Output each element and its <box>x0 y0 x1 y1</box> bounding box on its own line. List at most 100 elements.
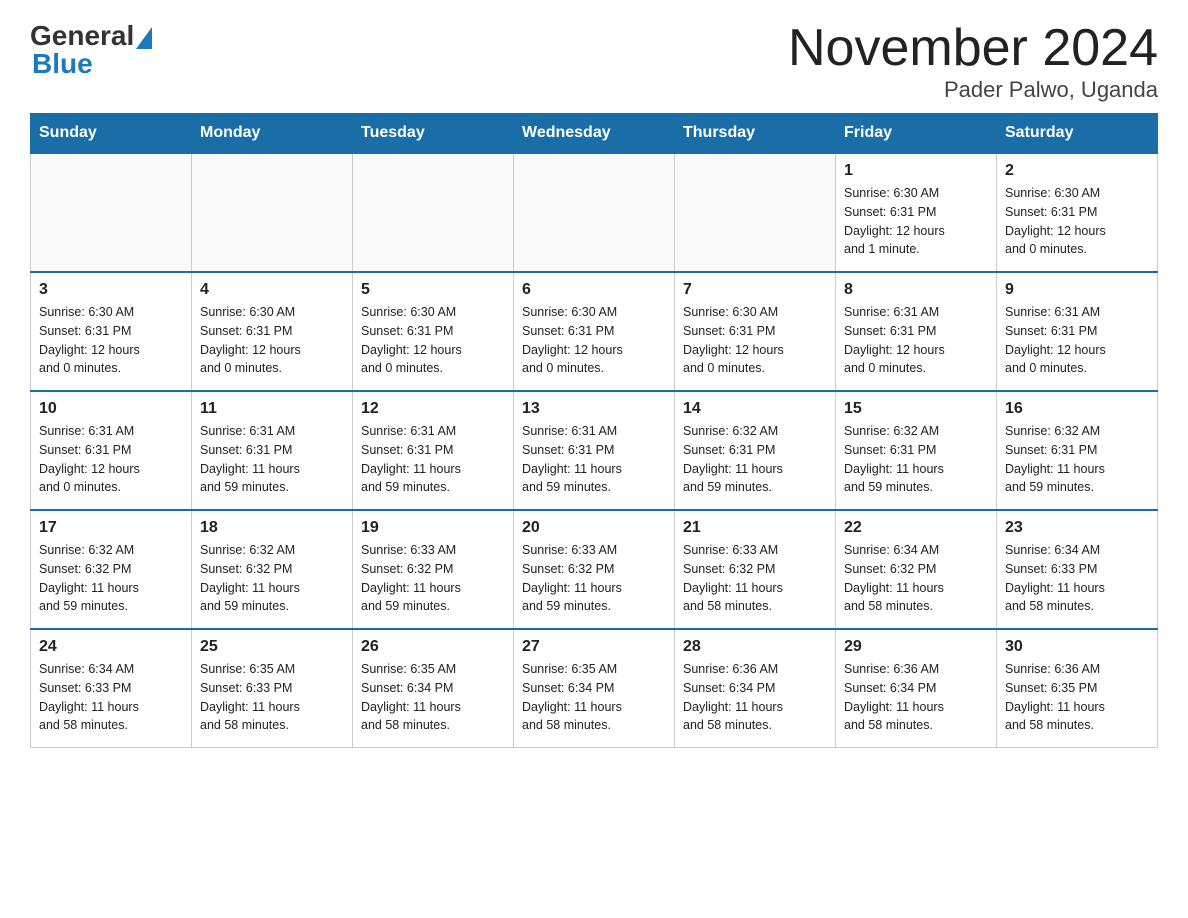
logo-blue-text: Blue <box>32 48 93 80</box>
calendar-cell: 28 Sunrise: 6:36 AMSunset: 6:34 PMDayligh… <box>675 629 836 748</box>
day-number: 28 <box>683 638 827 656</box>
page-header: General Blue November 2024 Pader Palwo, … <box>30 20 1158 103</box>
calendar-cell: 20Sunrise: 6:33 AMSunset: 6:32 PMDayligh… <box>514 510 675 629</box>
day-number: 29 <box>844 638 988 656</box>
day-info: Sunrise: 6:35 AMSunset: 6:34 PMDaylight:… <box>522 660 666 735</box>
day-number: 15 <box>844 400 988 418</box>
day-info: Sunrise: 6:30 AMSunset: 6:31 PMDaylight:… <box>522 303 666 378</box>
day-info: Sunrise: 6:32 AMSunset: 6:31 PMDaylight:… <box>683 422 827 497</box>
calendar-cell: 17 Sunrise: 6:32 AMSunset: 6:32 PMDayligh… <box>31 510 192 629</box>
day-info: Sunrise: 6:36 AMSunset: 6:34 PMDaylight:… <box>844 660 988 735</box>
calendar-cell: 30 Sunrise: 6:36 AMSunset: 6:35 PMDayligh… <box>997 629 1158 748</box>
day-info: Sunrise: 6:36 AMSunset: 6:34 PMDaylight:… <box>683 660 827 735</box>
calendar-cell: 23 Sunrise: 6:34 AMSunset: 6:33 PMDayligh… <box>997 510 1158 629</box>
day-number: 30 <box>1005 638 1149 656</box>
day-info: Sunrise: 6:30 AMSunset: 6:31 PMDaylight:… <box>1005 184 1149 259</box>
day-number: 1 <box>844 162 988 180</box>
calendar-cell: 9Sunrise: 6:31 AMSunset: 6:31 PMDaylight… <box>997 272 1158 391</box>
day-number: 16 <box>1005 400 1149 418</box>
day-number: 22 <box>844 519 988 537</box>
logo-triangle-icon <box>136 27 152 49</box>
day-info: Sunrise: 6:31 AMSunset: 6:31 PMDaylight:… <box>522 422 666 497</box>
day-info: Sunrise: 6:35 AMSunset: 6:34 PMDaylight:… <box>361 660 505 735</box>
day-number: 11 <box>200 400 344 418</box>
calendar-cell <box>31 153 192 272</box>
calendar-header-thursday: Thursday <box>675 114 836 154</box>
calendar-cell: 13Sunrise: 6:31 AMSunset: 6:31 PMDayligh… <box>514 391 675 510</box>
day-info: Sunrise: 6:32 AMSunset: 6:32 PMDaylight:… <box>200 541 344 616</box>
logo: General Blue <box>30 20 152 80</box>
day-number: 6 <box>522 281 666 299</box>
calendar-header-row: SundayMondayTuesdayWednesdayThursdayFrid… <box>31 114 1158 154</box>
calendar-week-4: 17 Sunrise: 6:32 AMSunset: 6:32 PMDayligh… <box>31 510 1158 629</box>
calendar-cell: 24 Sunrise: 6:34 AMSunset: 6:33 PMDayligh… <box>31 629 192 748</box>
day-number: 7 <box>683 281 827 299</box>
day-info: Sunrise: 6:33 AMSunset: 6:32 PMDaylight:… <box>361 541 505 616</box>
calendar-header-wednesday: Wednesday <box>514 114 675 154</box>
day-info: Sunrise: 6:30 AMSunset: 6:31 PMDaylight:… <box>844 184 988 259</box>
calendar-cell: 15 Sunrise: 6:32 AMSunset: 6:31 PMDayligh… <box>836 391 997 510</box>
day-number: 17 <box>39 519 183 537</box>
calendar-cell: 29 Sunrise: 6:36 AMSunset: 6:34 PMDayligh… <box>836 629 997 748</box>
day-number: 5 <box>361 281 505 299</box>
day-info: Sunrise: 6:34 AMSunset: 6:33 PMDaylight:… <box>1005 541 1149 616</box>
calendar-cell: 27 Sunrise: 6:35 AMSunset: 6:34 PMDayligh… <box>514 629 675 748</box>
day-info: Sunrise: 6:33 AMSunset: 6:32 PMDaylight:… <box>522 541 666 616</box>
month-title: November 2024 <box>788 20 1158 77</box>
calendar-cell <box>675 153 836 272</box>
day-info: Sunrise: 6:31 AMSunset: 6:31 PMDaylight:… <box>39 422 183 497</box>
calendar-cell: 10Sunrise: 6:31 AMSunset: 6:31 PMDayligh… <box>31 391 192 510</box>
calendar-cell: 5 Sunrise: 6:30 AMSunset: 6:31 PMDaylight… <box>353 272 514 391</box>
calendar-cell <box>514 153 675 272</box>
calendar-cell: 22 Sunrise: 6:34 AMSunset: 6:32 PMDayligh… <box>836 510 997 629</box>
day-number: 27 <box>522 638 666 656</box>
day-number: 3 <box>39 281 183 299</box>
day-number: 25 <box>200 638 344 656</box>
calendar-cell: 12Sunrise: 6:31 AMSunset: 6:31 PMDayligh… <box>353 391 514 510</box>
day-number: 8 <box>844 281 988 299</box>
calendar-cell: 1 Sunrise: 6:30 AMSunset: 6:31 PMDaylight… <box>836 153 997 272</box>
day-info: Sunrise: 6:34 AMSunset: 6:32 PMDaylight:… <box>844 541 988 616</box>
day-info: Sunrise: 6:30 AMSunset: 6:31 PMDaylight:… <box>39 303 183 378</box>
day-info: Sunrise: 6:30 AMSunset: 6:31 PMDaylight:… <box>200 303 344 378</box>
day-info: Sunrise: 6:31 AMSunset: 6:31 PMDaylight:… <box>1005 303 1149 378</box>
calendar-header-saturday: Saturday <box>997 114 1158 154</box>
day-number: 2 <box>1005 162 1149 180</box>
day-info: Sunrise: 6:30 AMSunset: 6:31 PMDaylight:… <box>361 303 505 378</box>
calendar-cell: 18 Sunrise: 6:32 AMSunset: 6:32 PMDayligh… <box>192 510 353 629</box>
calendar-header-friday: Friday <box>836 114 997 154</box>
day-info: Sunrise: 6:35 AMSunset: 6:33 PMDaylight:… <box>200 660 344 735</box>
calendar-week-5: 24 Sunrise: 6:34 AMSunset: 6:33 PMDayligh… <box>31 629 1158 748</box>
day-info: Sunrise: 6:33 AMSunset: 6:32 PMDaylight:… <box>683 541 827 616</box>
calendar-header-sunday: Sunday <box>31 114 192 154</box>
day-number: 24 <box>39 638 183 656</box>
day-info: Sunrise: 6:32 AMSunset: 6:31 PMDaylight:… <box>844 422 988 497</box>
day-info: Sunrise: 6:31 AMSunset: 6:31 PMDaylight:… <box>200 422 344 497</box>
calendar-table: SundayMondayTuesdayWednesdayThursdayFrid… <box>30 113 1158 748</box>
calendar-cell: 4Sunrise: 6:30 AMSunset: 6:31 PMDaylight… <box>192 272 353 391</box>
title-section: November 2024 Pader Palwo, Uganda <box>788 20 1158 103</box>
day-number: 18 <box>200 519 344 537</box>
location-title: Pader Palwo, Uganda <box>788 77 1158 103</box>
day-info: Sunrise: 6:36 AMSunset: 6:35 PMDaylight:… <box>1005 660 1149 735</box>
day-info: Sunrise: 6:30 AMSunset: 6:31 PMDaylight:… <box>683 303 827 378</box>
calendar-cell: 26Sunrise: 6:35 AMSunset: 6:34 PMDayligh… <box>353 629 514 748</box>
calendar-cell: 2 Sunrise: 6:30 AMSunset: 6:31 PMDaylight… <box>997 153 1158 272</box>
calendar-header-tuesday: Tuesday <box>353 114 514 154</box>
day-info: Sunrise: 6:32 AMSunset: 6:32 PMDaylight:… <box>39 541 183 616</box>
calendar-cell: 11 Sunrise: 6:31 AMSunset: 6:31 PMDayligh… <box>192 391 353 510</box>
calendar-cell: 7 Sunrise: 6:30 AMSunset: 6:31 PMDaylight… <box>675 272 836 391</box>
day-info: Sunrise: 6:34 AMSunset: 6:33 PMDaylight:… <box>39 660 183 735</box>
calendar-cell: 16 Sunrise: 6:32 AMSunset: 6:31 PMDayligh… <box>997 391 1158 510</box>
calendar-cell <box>192 153 353 272</box>
calendar-header-monday: Monday <box>192 114 353 154</box>
day-number: 19 <box>361 519 505 537</box>
calendar-cell: 14 Sunrise: 6:32 AMSunset: 6:31 PMDayligh… <box>675 391 836 510</box>
day-number: 21 <box>683 519 827 537</box>
day-number: 12 <box>361 400 505 418</box>
day-info: Sunrise: 6:32 AMSunset: 6:31 PMDaylight:… <box>1005 422 1149 497</box>
day-number: 23 <box>1005 519 1149 537</box>
calendar-cell: 25 Sunrise: 6:35 AMSunset: 6:33 PMDayligh… <box>192 629 353 748</box>
day-info: Sunrise: 6:31 AMSunset: 6:31 PMDaylight:… <box>844 303 988 378</box>
day-number: 14 <box>683 400 827 418</box>
